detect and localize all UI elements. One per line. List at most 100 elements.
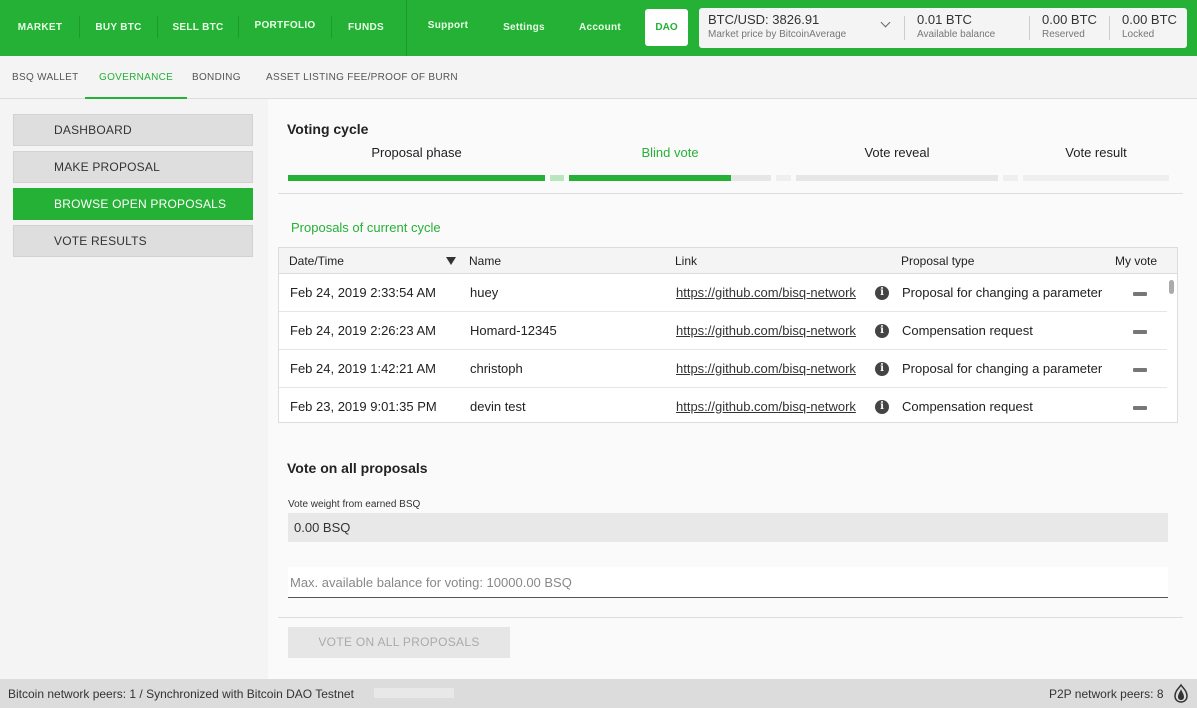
column-header-link[interactable]: Link	[675, 254, 697, 268]
reserved-balance-label: Reserved	[1042, 29, 1085, 40]
main-content: Voting cycle Proposal phase Blind vote V…	[268, 99, 1197, 679]
balance-separator	[1029, 16, 1030, 40]
vote-amount-input[interactable]	[288, 567, 1168, 598]
available-balance-value: 0.01 BTC	[917, 12, 972, 27]
vote-all-title: Vote on all proposals	[287, 460, 428, 476]
balance-panel: BTC/USD: 3826.91 Market price by Bitcoin…	[699, 8, 1187, 48]
nav-account-button[interactable]: Account	[572, 0, 628, 56]
dao-sub-tabs: BSQ WALLET GOVERNANCE BONDING ASSET LIST…	[0, 56, 1197, 99]
cell-date: Feb 24, 2019 2:33:54 AM	[290, 285, 436, 300]
tor-onion-icon	[1174, 683, 1188, 703]
locked-balance-label: Locked	[1122, 29, 1155, 40]
balance-separator	[1109, 16, 1110, 40]
table-row[interactable]: Feb 24, 2019 2:26:23 AM Homard-12345 htt…	[279, 312, 1167, 350]
bitcoin-network-status: Bitcoin network peers: 1 / Synchronized …	[8, 687, 354, 701]
tab-bsq-wallet[interactable]: BSQ WALLET	[12, 56, 79, 99]
locked-balance-value: 0.00 BTC	[1122, 12, 1177, 27]
sidebar-item-browse-open-proposals[interactable]: BROWSE OPEN PROPOSALS	[13, 188, 253, 220]
top-navigation-bar: MARKET BUY BTC SELL BTC PORTFOLIO FUNDS …	[0, 0, 1197, 56]
phase-progress-vote-reveal	[796, 175, 998, 181]
column-header-proposal-type[interactable]: Proposal type	[901, 254, 974, 268]
vote-weight-value: 0.00 BSQ	[288, 513, 1168, 542]
table-row[interactable]: Feb 24, 2019 1:42:21 AM christoph https:…	[279, 350, 1167, 388]
phase-break	[550, 175, 564, 181]
nav-dao-button[interactable]: DAO	[645, 9, 688, 46]
info-icon[interactable]: i	[875, 286, 889, 300]
no-vote-icon[interactable]	[1133, 368, 1147, 372]
market-price-label: Market price by BitcoinAverage	[708, 29, 847, 40]
sync-progress-bar	[374, 688, 454, 698]
info-icon[interactable]: i	[875, 400, 889, 414]
cell-name: christoph	[470, 361, 523, 376]
no-vote-icon[interactable]	[1133, 330, 1147, 334]
nav-support-button[interactable]: Support	[420, 0, 476, 56]
info-icon[interactable]: i	[875, 362, 889, 376]
cell-link[interactable]: https://github.com/bisq-network	[676, 399, 868, 414]
cell-date: Feb 24, 2019 2:26:23 AM	[290, 323, 436, 338]
nav-buy-btc-button[interactable]: BUY BTC	[80, 0, 157, 56]
cell-name: huey	[470, 285, 499, 300]
info-icon[interactable]: i	[875, 324, 889, 338]
table-row[interactable]: Feb 24, 2019 2:33:54 AM huey https://git…	[279, 274, 1167, 312]
phase-progress-blind-vote	[569, 175, 771, 181]
table-row[interactable]: Feb 23, 2019 9:01:35 PM devin test https…	[279, 388, 1167, 426]
nav-sell-btc-button[interactable]: SELL BTC	[158, 0, 238, 56]
tab-governance[interactable]: GOVERNANCE	[85, 56, 188, 99]
phase-break	[1003, 175, 1018, 181]
voting-cycle-title: Voting cycle	[287, 121, 369, 137]
cell-link[interactable]: https://github.com/bisq-network	[676, 361, 868, 376]
sidebar-item-dashboard[interactable]: DASHBOARD	[13, 114, 253, 146]
proposals-section-title: Proposals of current cycle	[291, 220, 441, 235]
sort-descending-icon[interactable]	[446, 257, 456, 265]
vote-weight-label: Vote weight from earned BSQ	[288, 499, 421, 510]
table-scrollbar[interactable]	[1169, 280, 1174, 294]
phase-progress-vote-result	[1023, 175, 1169, 181]
phase-label-vote-reveal: Vote reveal	[864, 145, 930, 160]
market-price-value: BTC/USD: 3826.91	[708, 12, 820, 27]
progress-fill	[288, 175, 545, 181]
vote-on-all-proposals-button[interactable]: VOTE ON ALL PROPOSALS	[288, 627, 510, 658]
nav-portfolio-button[interactable]: PORTFOLIO	[239, 0, 331, 56]
reserved-balance: 0.00 BTC Reserved	[1042, 12, 1097, 40]
column-header-name[interactable]: Name	[469, 254, 501, 268]
table-header: Date/Time Name Link Proposal type My vot…	[279, 248, 1177, 274]
cell-date: Feb 23, 2019 9:01:35 PM	[290, 399, 437, 414]
phase-label-vote-result: Vote result	[1065, 145, 1127, 160]
nav-funds-button[interactable]: FUNDS	[332, 0, 400, 56]
phase-label-blind-vote: Blind vote	[641, 145, 699, 160]
sidebar-item-vote-results[interactable]: VOTE RESULTS	[13, 225, 253, 257]
column-header-my-vote[interactable]: My vote	[1115, 254, 1157, 268]
phase-progress-proposal	[288, 175, 545, 181]
available-balance: 0.01 BTC Available balance	[917, 12, 995, 40]
sidebar-item-make-proposal[interactable]: MAKE PROPOSAL	[13, 151, 253, 183]
phase-label-proposal: Proposal phase	[371, 145, 462, 160]
cell-name: devin test	[470, 399, 526, 414]
tab-bonding[interactable]: BONDING	[192, 56, 241, 99]
section-divider	[278, 193, 1183, 194]
cell-proposal-type: Compensation request	[902, 399, 1033, 414]
phase-break	[776, 175, 791, 181]
governance-sidebar: DASHBOARD MAKE PROPOSAL BROWSE OPEN PROP…	[0, 99, 268, 679]
no-vote-icon[interactable]	[1133, 406, 1147, 410]
p2p-network-status: P2P network peers: 8	[1049, 687, 1164, 701]
cell-link[interactable]: https://github.com/bisq-network	[676, 285, 868, 300]
section-divider	[278, 617, 1183, 618]
cell-proposal-type: Proposal for changing a parameter	[902, 285, 1103, 300]
progress-fill	[569, 175, 731, 181]
cell-name: Homard-12345	[470, 323, 557, 338]
cell-date: Feb 24, 2019 1:42:21 AM	[290, 361, 436, 376]
available-balance-label: Available balance	[917, 29, 996, 40]
price-selector[interactable]: BTC/USD: 3826.91 Market price by Bitcoin…	[708, 12, 898, 40]
column-header-date[interactable]: Date/Time	[289, 254, 344, 268]
proposals-table: Date/Time Name Link Proposal type My vot…	[278, 247, 1178, 423]
nav-divider	[406, 0, 407, 56]
cell-proposal-type: Compensation request	[902, 323, 1033, 338]
tab-asset-listing-fee[interactable]: ASSET LISTING FEE/PROOF OF BURN	[266, 56, 458, 99]
no-vote-icon[interactable]	[1133, 292, 1147, 296]
cell-link[interactable]: https://github.com/bisq-network	[676, 323, 868, 338]
nav-settings-button[interactable]: Settings	[496, 0, 552, 56]
cell-proposal-type: Proposal for changing a parameter	[902, 361, 1103, 376]
nav-market-button[interactable]: MARKET	[0, 0, 80, 56]
reserved-balance-value: 0.00 BTC	[1042, 12, 1097, 27]
status-bar: Bitcoin network peers: 1 / Synchronized …	[0, 679, 1197, 708]
